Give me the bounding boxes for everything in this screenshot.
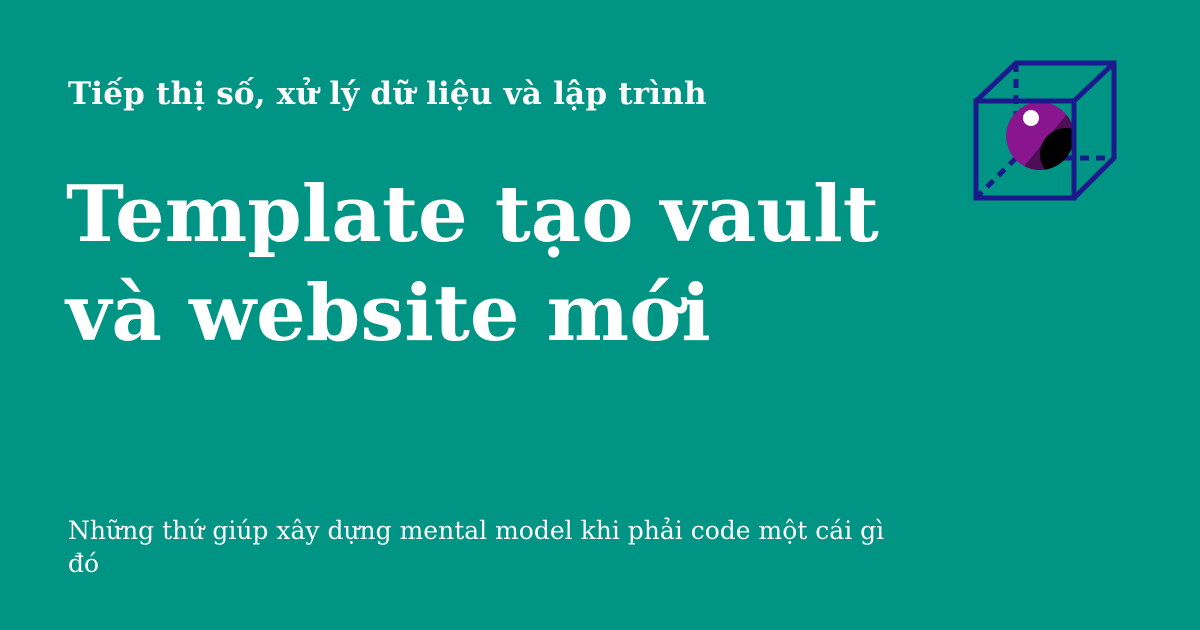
post-title-line-2: và website mới bbox=[66, 268, 711, 359]
sphere-highlight bbox=[1023, 110, 1039, 126]
og-card: { "site": { "name": "Tiếp thị số, xử lý … bbox=[0, 0, 1200, 630]
post-title-line-1: Template tạo vault bbox=[66, 169, 879, 260]
post-description: Những thứ giúp xây dựng mental model khi… bbox=[68, 516, 885, 578]
sphere bbox=[1006, 102, 1074, 170]
site-name: Tiếp thị số, xử lý dữ liệu và lập trình bbox=[68, 76, 707, 112]
cube-with-sphere-icon bbox=[973, 60, 1117, 201]
post-title: Template tạo vault và website mới bbox=[66, 165, 926, 363]
